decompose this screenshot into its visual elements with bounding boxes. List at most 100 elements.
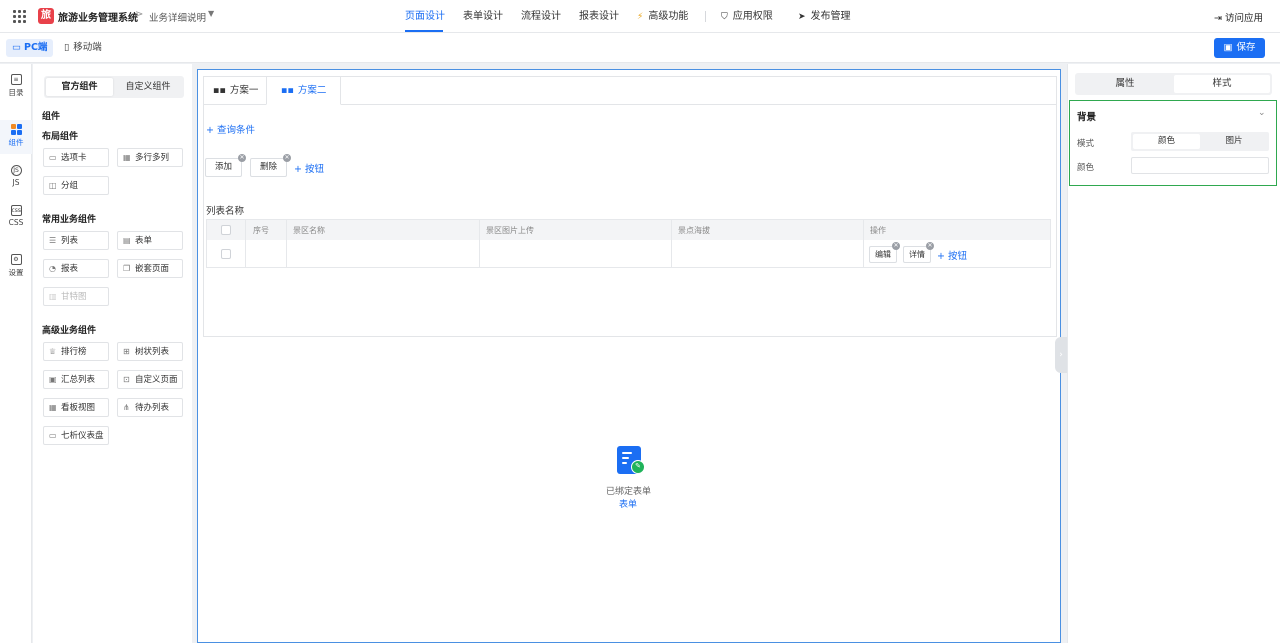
tab-attributes[interactable]: 属性 [1077,75,1173,93]
component-kanban[interactable]: ▦ 看板视图 [43,398,109,417]
tab-custom-components[interactable]: 自定义组件 [114,78,182,96]
bound-form-text: 已绑定表单 [606,487,652,497]
report-icon: ◔ [49,264,56,273]
grid-small-icon: ▪▪ [281,85,294,96]
delete-button[interactable]: 删除 [250,158,287,177]
tab-form-design[interactable]: 表单设计 [463,0,503,33]
js-icon: JS [10,165,22,176]
components-icon [10,124,22,135]
remove-icon[interactable]: ✕ [238,154,246,162]
tab-official-components[interactable]: 官方组件 [46,78,113,96]
rail-settings[interactable]: ⚙ 设置 [0,254,32,278]
breadcrumb-separator: > [135,9,144,20]
components-heading: 组件 [42,112,61,122]
trophy-icon: ♕ [49,347,57,356]
app-grid-icon[interactable] [13,10,26,23]
select-all-checkbox[interactable] [221,225,231,235]
tab-flow-design[interactable]: 流程设计 [521,0,561,33]
row-checkbox[interactable] [221,249,231,259]
column-divider [671,219,672,268]
component-ranking[interactable]: ♕ 排行榜 [43,342,109,361]
list-icon: ☰ [49,236,57,245]
tab-page-design[interactable]: 页面设计 [405,0,445,33]
mobile-tab[interactable]: ▯ 移动端 [64,39,102,57]
nested-page-icon: ❐ [123,264,131,273]
rail-css[interactable]: css CSS [0,205,32,227]
magic-wand-icon: ⚡ [637,12,644,22]
column-header: 序号 [253,226,269,235]
visit-app-button[interactable]: ⇥ 访问应用 [1214,10,1263,24]
mode-image-option[interactable]: 图片 [1201,134,1267,149]
component-gantt: ▥ 甘特图 [43,287,109,306]
color-input[interactable] [1131,157,1269,174]
pc-tab[interactable]: ▭ PC端 [6,39,53,57]
save-button[interactable]: ▣ 保存 [1214,38,1265,58]
component-dashboard[interactable]: ▭ 七析仪表盘 [43,426,109,445]
bound-form-link[interactable]: 表单 [619,497,637,510]
active-tab-indicator [405,30,443,32]
tab-styles[interactable]: 样式 [1174,75,1270,93]
component-multi-grid[interactable]: ▦ 多行多列 [117,148,183,167]
app-logo: 旅 [38,8,54,24]
form-icon: ▤ [123,236,131,245]
add-row-button[interactable]: + 按钮 [937,248,967,262]
tab-scheme-2[interactable]: ▪▪ 方案二 [266,77,342,105]
dashboard-icon: ▭ [49,431,57,440]
group-icon: ◫ [49,181,57,190]
component-form[interactable]: ▤ 表单 [117,231,183,250]
css-icon: css [10,205,22,216]
kanban-icon: ▦ [49,403,57,412]
component-summary-list[interactable]: ▣ 汇总列表 [43,370,109,389]
list-title: 列表名称 [206,206,245,217]
breadcrumb[interactable]: 业务详细说明 [149,10,206,24]
column-header: 操作 [870,226,886,235]
add-query-condition[interactable]: + 查询条件 [206,122,255,136]
tab-scheme-1[interactable]: ▪▪ 方案一 [213,77,258,105]
tab-publish[interactable]: ➤ 发布管理 [798,0,851,33]
group-title-layout: 布局组件 [42,132,79,142]
add-toolbar-button[interactable]: + 按钮 [294,161,324,175]
component-report[interactable]: ◔ 报表 [43,259,109,278]
phone-icon: ▯ [64,42,70,53]
caret-down-icon[interactable]: ▼ [208,9,214,18]
component-todo-list[interactable]: ⋔ 待办列表 [117,398,183,417]
tab-advanced[interactable]: ⚡ 高级功能 [637,0,688,33]
device-bar [0,33,1280,63]
grid-icon: ▦ [123,153,131,162]
remove-icon[interactable]: ✕ [892,242,900,250]
gantt-icon: ▥ [49,292,57,301]
column-header: 景区名称 [293,226,325,235]
nav-divider [705,11,706,22]
rail-js[interactable]: JS JS [0,165,32,187]
todo-icon: ⋔ [123,403,130,412]
background-title: 背景 [1077,112,1097,123]
table-header [206,219,1051,241]
directory-icon: ≡ [10,74,22,85]
component-custom-page[interactable]: ⊡ 自定义页面 [117,370,183,389]
remove-icon[interactable]: ✕ [283,154,291,162]
component-tabs[interactable]: ▭ 选项卡 [43,148,109,167]
app-title: 旅游业务管理系统 [58,13,138,24]
collapse-handle[interactable]: › [1055,337,1067,373]
component-nested-page[interactable]: ❐ 嵌套页面 [117,259,183,278]
chevron-down-icon[interactable]: ⌄ [1258,108,1266,118]
component-group[interactable]: ◫ 分组 [43,176,109,195]
add-button[interactable]: 添加 [205,158,242,177]
tree-icon: ⊞ [123,347,130,356]
tab-report-design[interactable]: 报表设计 [579,0,619,33]
tab-app-permission[interactable]: ⛉ 应用权限 [721,0,773,33]
edit-badge-icon: ✎ [631,460,645,474]
rail-directory[interactable]: ≡ 目录 [0,74,32,98]
mode-color-option[interactable]: 颜色 [1133,134,1200,149]
rail-components[interactable]: 组件 [0,120,32,154]
folder-icon: ▭ [49,153,57,162]
send-icon: ➤ [798,12,806,22]
column-divider [245,219,246,268]
component-list[interactable]: ☰ 列表 [43,231,109,250]
column-header: 景区图片上传 [486,226,534,235]
column-header: 景点海拔 [678,226,710,235]
component-tree-list[interactable]: ⊞ 树状列表 [117,342,183,361]
shield-icon: ⛉ [721,12,728,22]
settings-icon: ⚙ [10,254,22,265]
remove-icon[interactable]: ✕ [926,242,934,250]
